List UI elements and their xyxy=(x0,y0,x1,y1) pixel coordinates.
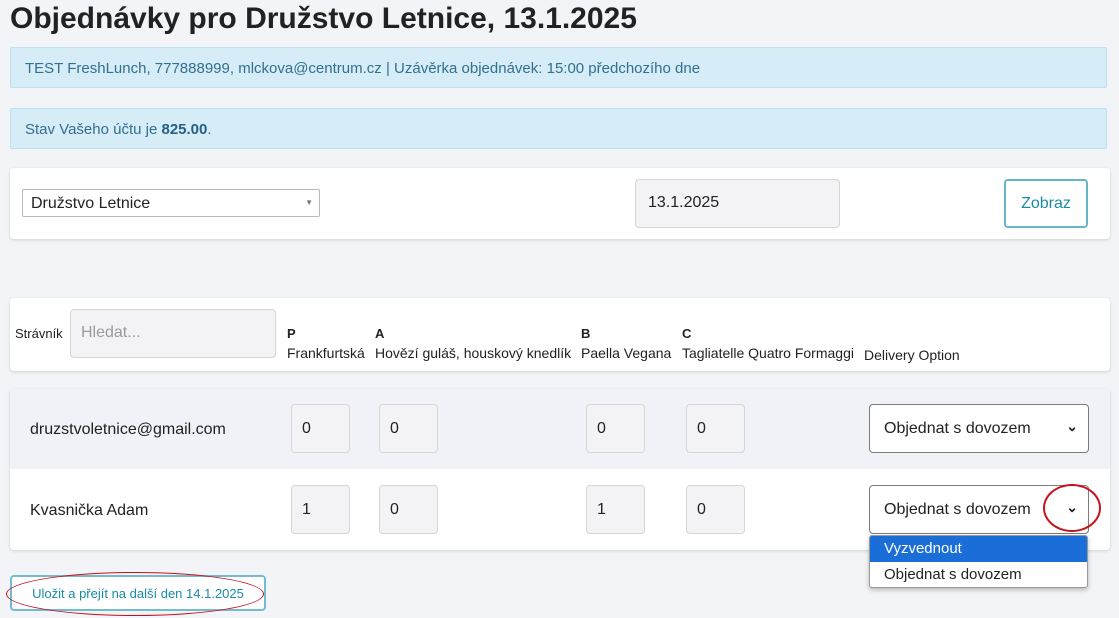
quantity-input-a[interactable]: 0 xyxy=(379,404,438,453)
quantity-input-b[interactable]: 1 xyxy=(586,485,645,534)
quantity-input-p[interactable]: 1 xyxy=(291,485,350,534)
column-header-b: B Paella Vegana xyxy=(581,326,671,361)
annotation-circle xyxy=(1043,484,1101,532)
chevron-down-icon: ⌄ xyxy=(1066,418,1078,434)
show-button[interactable]: Zobraz xyxy=(1004,179,1088,228)
column-name: Tagliatelle Quatro Formaggi xyxy=(682,345,854,361)
organization-select-value: Družstvo Letnice xyxy=(31,195,151,212)
search-input[interactable]: Hledat... xyxy=(70,309,276,358)
quantity-input-c[interactable]: 0 xyxy=(686,404,745,453)
annotation-ellipse xyxy=(6,572,264,616)
dropdown-option-delivery[interactable]: Objednat s dovozem xyxy=(870,562,1087,587)
organization-select[interactable]: Družstvo Letnice ▼ xyxy=(22,189,320,217)
page-title: Objednávky pro Družstvo Letnice, 13.1.20… xyxy=(10,2,637,35)
search-placeholder: Hledat... xyxy=(81,324,141,341)
column-name: Frankfurtská xyxy=(287,345,365,361)
balance-suffix: . xyxy=(207,121,212,138)
column-code: B xyxy=(581,326,591,341)
balance-prefix: Stav Vašeho účtu je xyxy=(25,121,162,138)
delivery-select-value: Objednat s dovozem xyxy=(884,420,1031,437)
balance-alert: Stav Vašeho účtu je 825.00. xyxy=(10,108,1107,149)
column-header-c: C Tagliatelle Quatro Formaggi xyxy=(682,326,854,361)
info-alert: TEST FreshLunch, 777888999, mlckova@cent… xyxy=(10,47,1107,88)
delivery-dropdown-list: Vyzvednout Objednat s dovozem xyxy=(869,535,1088,588)
column-code: C xyxy=(682,326,692,341)
quantity-input-b[interactable]: 0 xyxy=(586,404,645,453)
column-code: A xyxy=(375,326,385,341)
date-input[interactable]: 13.1.2025 xyxy=(635,179,840,228)
triangle-down-icon: ▼ xyxy=(305,198,313,207)
delivery-option-header: Delivery Option xyxy=(864,347,960,363)
filter-panel: Družstvo Letnice ▼ 13.1.2025 Zobraz xyxy=(10,168,1110,239)
diner-label: Strávník xyxy=(15,326,63,341)
diner-name: Kvasnička Adam xyxy=(30,502,149,519)
quantity-input-c[interactable]: 0 xyxy=(686,485,745,534)
table-row: druzstvoletnice@gmail.com 0 0 0 0 Objedn… xyxy=(10,389,1110,469)
column-name: Hovězí guláš, houskový knedlík xyxy=(375,345,572,361)
column-name: Paella Vegana xyxy=(581,345,672,361)
column-header-p: P Frankfurtská xyxy=(287,326,365,361)
delivery-select[interactable]: Objednat s dovozem ⌄ xyxy=(869,404,1089,453)
column-header-a: A Hovězí guláš, houskový knedlík xyxy=(375,326,571,361)
table-header: Strávník Hledat... P Frankfurtská A Hově… xyxy=(10,298,1110,371)
balance-amount: 825.00 xyxy=(161,121,208,138)
dropdown-option-pickup[interactable]: Vyzvednout xyxy=(870,536,1087,562)
diner-name: druzstvoletnice@gmail.com xyxy=(30,421,226,438)
date-input-value: 13.1.2025 xyxy=(648,194,720,211)
quantity-input-p[interactable]: 0 xyxy=(291,404,350,453)
delivery-select-value: Objednat s dovozem xyxy=(884,501,1031,518)
quantity-input-a[interactable]: 0 xyxy=(379,485,438,534)
column-code: P xyxy=(287,326,296,341)
orders-table: druzstvoletnice@gmail.com 0 0 0 0 Objedn… xyxy=(10,389,1110,550)
info-text: TEST FreshLunch, 777888999, mlckova@cent… xyxy=(25,60,701,77)
